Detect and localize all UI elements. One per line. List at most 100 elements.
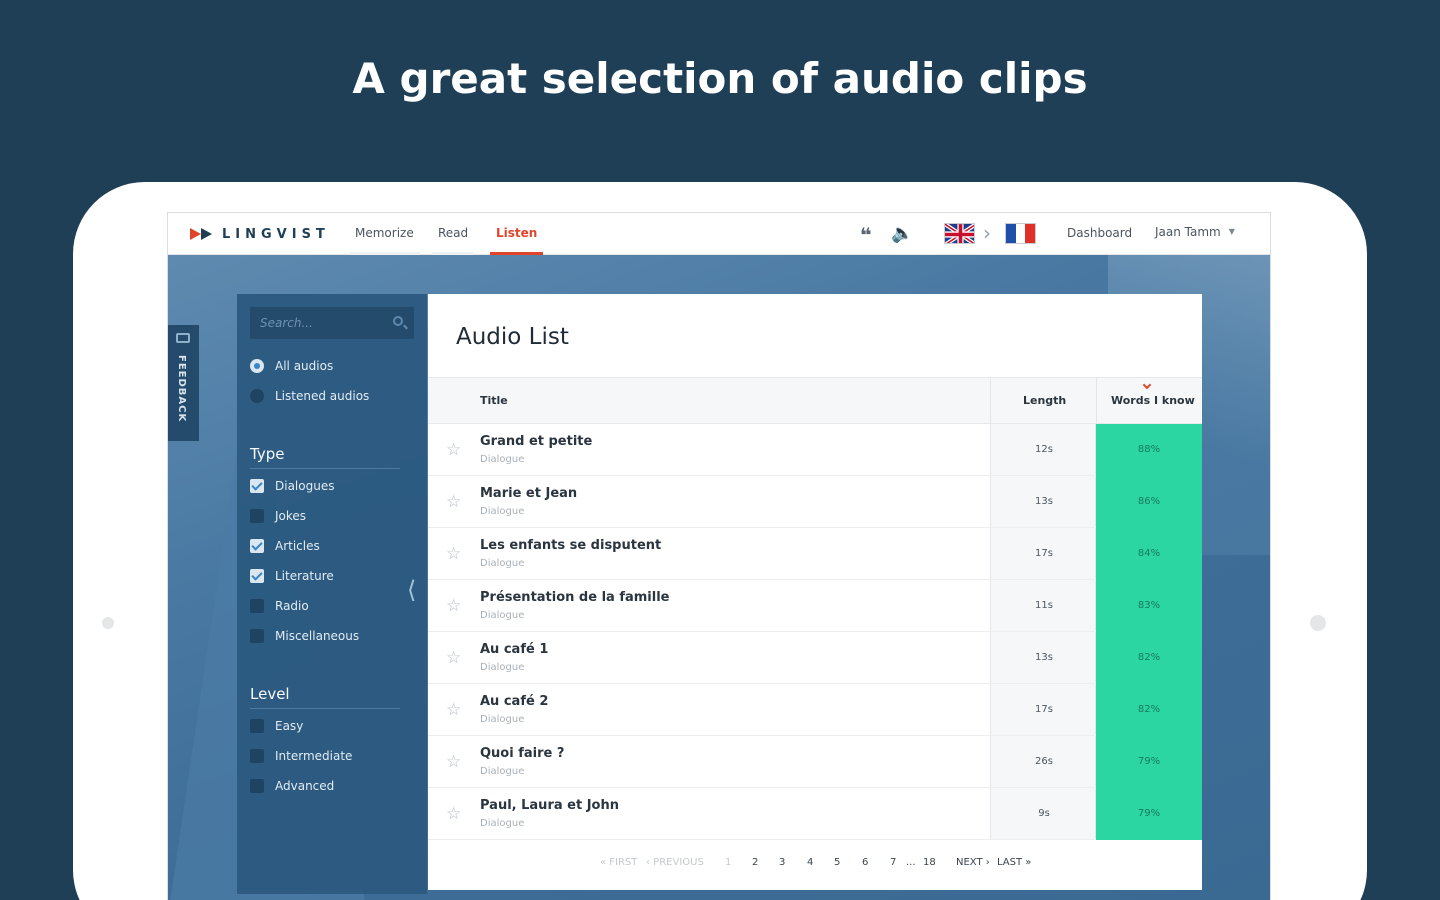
level-easy[interactable]: Easy — [250, 718, 303, 734]
audio-type: Dialogue — [480, 454, 525, 465]
chat-icon — [176, 333, 190, 343]
radio-button[interactable] — [250, 389, 264, 403]
checkbox[interactable] — [250, 539, 264, 553]
type-label: Radio — [275, 599, 309, 613]
type-label: Miscellaneous — [275, 629, 360, 643]
table-row[interactable]: ☆ Au café 2 Dialogue 17s 82% — [428, 684, 1202, 736]
headline: A great selection of audio clips — [352, 54, 1088, 103]
checkbox[interactable] — [250, 629, 264, 643]
checkbox[interactable] — [250, 509, 264, 523]
search-icon[interactable] — [393, 316, 403, 326]
page-last[interactable]: LAST » — [997, 857, 1031, 868]
filter-label: All audios — [275, 359, 334, 373]
france-flag-icon[interactable] — [1005, 223, 1036, 244]
star-icon[interactable]: ☆ — [446, 440, 461, 460]
checkbox[interactable] — [250, 569, 264, 583]
star-icon[interactable]: ☆ — [446, 596, 461, 616]
page-18[interactable]: 18 — [923, 857, 936, 868]
audio-title[interactable]: Marie et Jean — [480, 486, 577, 501]
type-miscellaneous[interactable]: Miscellaneous — [250, 628, 359, 644]
page-4[interactable]: 4 — [807, 857, 813, 868]
table-row[interactable]: ☆ Paul, Laura et John Dialogue 9s 79% — [428, 788, 1202, 840]
type-radio[interactable]: Radio — [250, 598, 309, 614]
length-cell: 13s — [990, 632, 1096, 683]
checkbox[interactable] — [250, 599, 264, 613]
length-cell: 17s — [990, 528, 1096, 579]
table-row[interactable]: ☆ Les enfants se disputent Dialogue 17s … — [428, 528, 1202, 580]
page-title: Audio List — [456, 324, 569, 350]
audio-title[interactable]: Paul, Laura et John — [480, 798, 619, 813]
table-row[interactable]: ☆ Marie et Jean Dialogue 13s 86% — [428, 476, 1202, 528]
table-row[interactable]: ☆ Quoi faire ? Dialogue 26s 79% — [428, 736, 1202, 788]
dashboard-link[interactable]: Dashboard — [1067, 226, 1132, 240]
page-next[interactable]: NEXT › — [956, 857, 990, 868]
words-known-cell: 88% — [1096, 424, 1202, 476]
level-intermediate[interactable]: Intermediate — [250, 748, 352, 764]
audio-length: 9s — [1038, 808, 1050, 819]
column-length[interactable]: Length — [1023, 394, 1066, 407]
page-5[interactable]: 5 — [834, 857, 840, 868]
user-menu[interactable]: Jaan Tamm ▼ — [1155, 225, 1235, 239]
length-cell: 26s — [990, 736, 1096, 787]
page-2[interactable]: 2 — [752, 857, 758, 868]
nav-read[interactable]: Read — [432, 226, 475, 255]
audio-type: Dialogue — [480, 818, 525, 829]
star-icon[interactable]: ☆ — [446, 544, 461, 564]
audio-length: 13s — [1035, 496, 1053, 507]
filter-all-audios[interactable]: All audios — [250, 358, 333, 374]
level-advanced[interactable]: Advanced — [250, 778, 334, 794]
speaker-icon[interactable]: 🔈 — [891, 223, 913, 244]
uk-flag-icon[interactable] — [944, 223, 975, 244]
page-7[interactable]: 7 — [890, 857, 896, 868]
table-row[interactable]: ☆ Au café 1 Dialogue 13s 82% — [428, 632, 1202, 684]
audio-title[interactable]: Quoi faire ? — [480, 746, 564, 761]
page-1[interactable]: 1 — [725, 857, 731, 868]
nav-memorize[interactable]: Memorize — [349, 226, 420, 255]
type-literature[interactable]: Literature — [250, 568, 334, 584]
audio-title[interactable]: Présentation de la famille — [480, 590, 670, 605]
column-title[interactable]: Title — [480, 394, 508, 407]
feedback-tab[interactable]: FEEDBACK — [168, 325, 199, 441]
search-input[interactable] — [250, 307, 414, 339]
page-6[interactable]: 6 — [862, 857, 868, 868]
column-words-i-know[interactable]: Words I know — [1111, 394, 1195, 407]
star-icon[interactable]: ☆ — [446, 648, 461, 668]
star-icon[interactable]: ☆ — [446, 804, 461, 824]
quote-icon[interactable]: ❝ — [860, 223, 872, 247]
type-jokes[interactable]: Jokes — [250, 508, 306, 524]
page-3[interactable]: 3 — [779, 857, 785, 868]
page-previous[interactable]: ‹ PREVIOUS — [646, 857, 704, 868]
audio-title[interactable]: Grand et petite — [480, 434, 592, 449]
star-icon[interactable]: ☆ — [446, 752, 461, 772]
checkbox[interactable] — [250, 779, 264, 793]
nav-listen[interactable]: Listen — [490, 226, 544, 255]
sort-chevron-down-icon[interactable] — [1142, 380, 1152, 390]
type-articles[interactable]: Articles — [250, 538, 320, 554]
audio-title[interactable]: Au café 1 — [480, 642, 548, 657]
checkbox[interactable] — [250, 719, 264, 733]
star-icon[interactable]: ☆ — [446, 700, 461, 720]
checkbox[interactable] — [250, 479, 264, 493]
checkbox[interactable] — [250, 749, 264, 763]
audio-title[interactable]: Au café 2 — [480, 694, 548, 709]
nav-listen-label: Listen — [496, 226, 538, 240]
words-known-cell: 79% — [1096, 736, 1202, 788]
length-cell: 9s — [990, 788, 1096, 839]
audio-type: Dialogue — [480, 506, 525, 517]
length-cell: 11s — [990, 580, 1096, 631]
table-row[interactable]: ☆ Présentation de la famille Dialogue 11… — [428, 580, 1202, 632]
radio-button[interactable] — [250, 359, 264, 373]
collapse-sidebar-icon[interactable]: ⟨ — [407, 576, 416, 604]
table-row[interactable]: ☆ Grand et petite Dialogue 12s 88% — [428, 424, 1202, 476]
audio-length: 11s — [1035, 600, 1053, 611]
words-known-cell: 86% — [1096, 476, 1202, 528]
star-icon[interactable]: ☆ — [446, 492, 461, 512]
type-dialogues[interactable]: Dialogues — [250, 478, 334, 494]
filter-listened-audios[interactable]: Listened audios — [250, 388, 369, 404]
length-cell: 12s — [990, 424, 1096, 475]
audio-title[interactable]: Les enfants se disputent — [480, 538, 661, 553]
audio-type: Dialogue — [480, 662, 525, 673]
lingvist-logo[interactable]: LINGVIST — [190, 226, 330, 242]
table-header: Title Length Words I know — [428, 377, 1202, 425]
page-first[interactable]: « FIRST — [600, 857, 637, 868]
